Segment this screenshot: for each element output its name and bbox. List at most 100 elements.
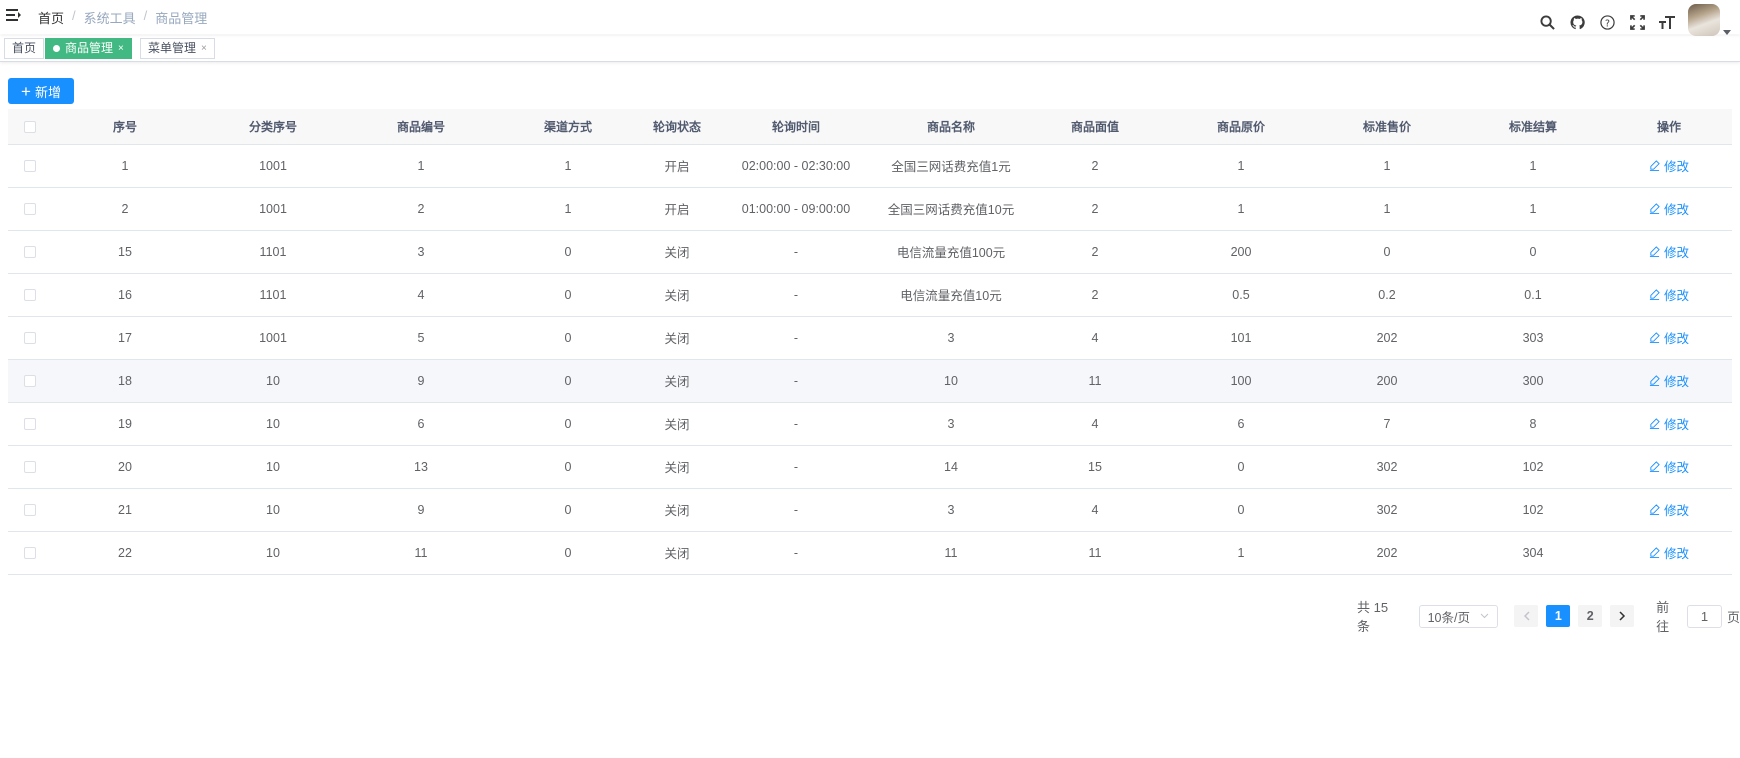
prev-page-button[interactable] [1514, 605, 1539, 627]
action-cell: 修改 [1606, 187, 1732, 231]
edit-label: 修改 [1663, 547, 1689, 561]
edit-button[interactable]: 修改 [1649, 371, 1689, 390]
next-page-button[interactable] [1610, 605, 1635, 627]
table-row: 19 10 6 0 关闭 -3 4 6 7 8 修改 [8, 402, 1732, 446]
table-cell: 2 [1022, 273, 1168, 317]
table-cell: - [712, 445, 880, 489]
table-cell: 0 [494, 445, 642, 489]
edit-icon [1649, 504, 1660, 515]
table-cell: 0.1 [1460, 273, 1606, 317]
select-all-checkbox[interactable] [24, 121, 36, 134]
table-cell: 11 [1022, 359, 1168, 403]
caret-down-icon[interactable] [1723, 29, 1731, 35]
table-cell: 关闭 [642, 445, 712, 489]
table-row: 22 10 11 0 关闭 -11 11 1 202 304 修改 [8, 531, 1732, 575]
row-checkbox[interactable] [24, 160, 36, 173]
help-icon[interactable]: ? [1592, 11, 1622, 33]
edit-button[interactable]: 修改 [1649, 500, 1689, 519]
table-cell: 14 [880, 445, 1022, 489]
select-all-cell [8, 109, 52, 145]
font-size-icon[interactable] [1652, 11, 1682, 33]
table-cell: 15 [52, 230, 198, 274]
edit-label: 修改 [1663, 246, 1689, 260]
user-avatar[interactable] [1688, 4, 1720, 36]
table-cell: 开启 [642, 187, 712, 231]
table-cell: 2 [1022, 144, 1168, 188]
row-checkbox[interactable] [24, 332, 36, 345]
table-cell: 2 [52, 187, 198, 231]
table-cell: 5 [348, 316, 494, 360]
edit-button[interactable]: 修改 [1649, 285, 1689, 304]
table-cell: 1101 [198, 230, 348, 274]
row-checkbox[interactable] [24, 203, 36, 216]
goto-page-input[interactable]: 1 [1687, 604, 1722, 628]
breadcrumb-system-tools: 系统工具 [83, 11, 136, 26]
tag-product-management[interactable]: 商品管理 × [45, 38, 132, 59]
close-icon[interactable]: × [201, 39, 207, 58]
edit-button[interactable]: 修改 [1649, 156, 1689, 175]
table-cell: 0 [1168, 445, 1314, 489]
edit-button[interactable]: 修改 [1649, 199, 1689, 218]
table-cell: 2 [1022, 187, 1168, 231]
table-cell: 0 [494, 273, 642, 317]
edit-button[interactable]: 修改 [1649, 543, 1689, 562]
table-cell: 10 [198, 531, 348, 575]
page-2-button[interactable]: 2 [1578, 605, 1603, 627]
table-cell: 101 [1168, 316, 1314, 360]
table-row: 20 10 13 0 关闭 -14 15 0 302 102 修改 [8, 445, 1732, 489]
search-icon[interactable] [1532, 11, 1562, 33]
row-select-cell [8, 402, 52, 446]
table-cell: - [712, 273, 880, 317]
page-size-value: 10条/页 [1427, 610, 1470, 625]
edit-icon [1649, 418, 1660, 429]
row-checkbox[interactable] [24, 246, 36, 259]
edit-label: 修改 [1663, 418, 1689, 432]
fullscreen-icon[interactable] [1622, 11, 1652, 33]
row-checkbox[interactable] [24, 461, 36, 474]
row-checkbox[interactable] [24, 289, 36, 302]
tag-menu-management[interactable]: 菜单管理 × [140, 38, 215, 59]
tag-label: 商品管理 [65, 41, 114, 55]
table-cell: 0 [494, 531, 642, 575]
github-icon[interactable] [1562, 11, 1592, 33]
row-checkbox[interactable] [24, 547, 36, 560]
page-1-button[interactable]: 1 [1546, 605, 1571, 627]
page-size-select[interactable]: 10条/页 [1418, 604, 1499, 628]
table-cell: 10 [198, 488, 348, 532]
close-icon[interactable]: × [118, 39, 124, 58]
breadcrumb-home[interactable]: 首页 [38, 8, 64, 27]
table-cell: 关闭 [642, 359, 712, 403]
table-cell: 0 [494, 316, 642, 360]
table-cell: 2 [1022, 230, 1168, 274]
edit-button[interactable]: 修改 [1649, 328, 1689, 347]
table-cell: 100 [1168, 359, 1314, 403]
add-button[interactable]: + 新增 [8, 78, 74, 104]
column-header: 轮询时间 [712, 109, 880, 145]
table-cell: 11 [348, 531, 494, 575]
edit-button[interactable]: 修改 [1649, 242, 1689, 261]
table-cell: 10 [198, 402, 348, 446]
row-checkbox[interactable] [24, 375, 36, 388]
tag-home[interactable]: 首页 [4, 38, 45, 59]
row-checkbox[interactable] [24, 504, 36, 517]
edit-button[interactable]: 修改 [1649, 457, 1689, 476]
table-cell: 1 [494, 187, 642, 231]
table-row: 15 1101 3 0 关闭 - 电信流量充值100元 2 200 0 0 修改 [8, 230, 1732, 274]
row-select-cell [8, 488, 52, 532]
table-cell: 4 [1022, 402, 1168, 446]
edit-button[interactable]: 修改 [1649, 414, 1689, 433]
table-cell: 2 [348, 187, 494, 231]
hamburger-icon[interactable] [6, 8, 22, 22]
table-cell: 102 [1460, 445, 1606, 489]
action-cell: 修改 [1606, 488, 1732, 532]
edit-icon [1649, 246, 1660, 257]
table-cell: - [712, 316, 880, 360]
action-cell: 修改 [1606, 531, 1732, 575]
table-cell: 全国三网话费充值1元 [880, 144, 1022, 188]
goto-label: 前往 [1656, 600, 1670, 634]
row-checkbox[interactable] [24, 418, 36, 431]
table-cell: 18 [52, 359, 198, 403]
table-cell: 1 [494, 144, 642, 188]
table-cell: 6 [348, 402, 494, 446]
table-cell: 9 [348, 488, 494, 532]
